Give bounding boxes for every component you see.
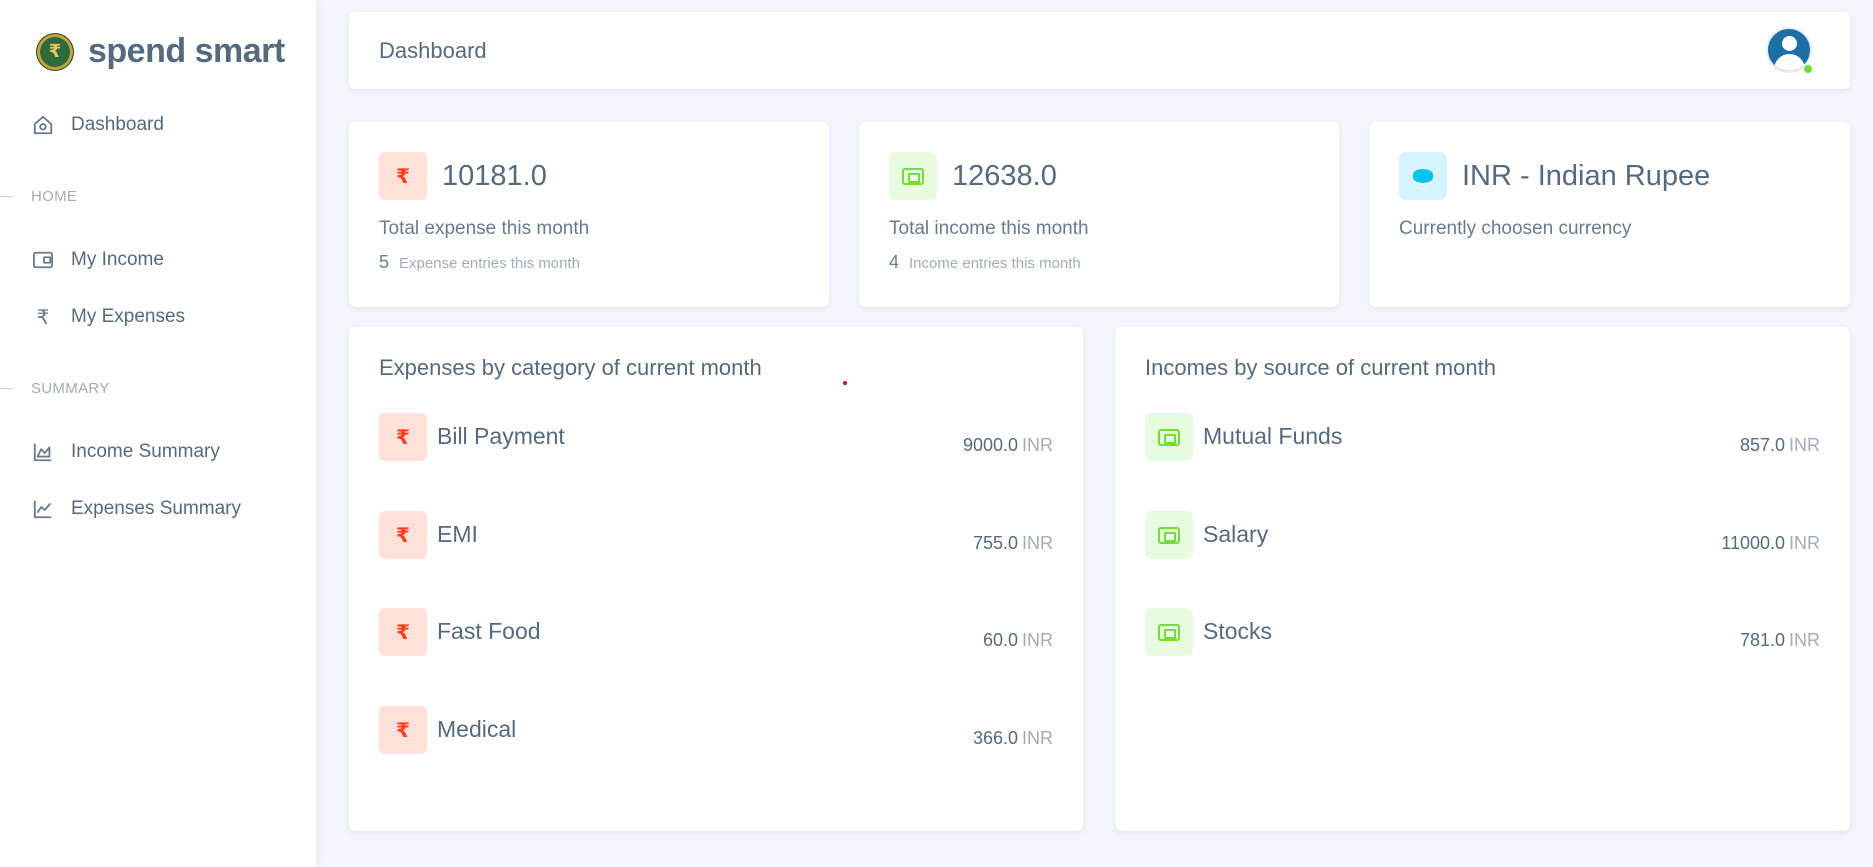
expenses-by-category-card: Expenses by category of current month ₹ …	[349, 327, 1083, 831]
currency-value: INR - Indian Rupee	[1462, 159, 1711, 192]
sidebar-item-label: My Expenses	[71, 306, 186, 327]
online-status-dot	[1802, 63, 1814, 75]
list-item: ₹ EMI 755.0 INR	[379, 511, 1053, 559]
source-name: Stocks	[1203, 618, 1273, 644]
sidebar: ₹ spend smart Dashboard HOME My Income ₹…	[0, 0, 316, 867]
sidebar-item-expenses-summary[interactable]: Expenses Summary	[30, 496, 241, 522]
coins-icon	[1399, 152, 1447, 200]
nav-header-label: HOME	[31, 188, 78, 205]
expense-entries-count: 5	[379, 252, 390, 272]
list-item: Mutual Funds 857.0 INR	[1145, 413, 1820, 461]
source-amount: 11000.0 INR	[1721, 533, 1820, 553]
sidebar-item-label: Expenses Summary	[71, 498, 242, 519]
total-income-label: Total income this month	[889, 218, 1089, 239]
income-entries-count: 4	[889, 252, 900, 272]
category-name: Bill Payment	[437, 423, 565, 449]
nav-header-home: HOME	[0, 188, 77, 205]
sidebar-item-label: Dashboard	[71, 114, 164, 135]
expense-entries: 5 Expense entries this month	[379, 252, 580, 273]
source-amount: 857.0 INR	[1739, 435, 1820, 455]
category-amount: 366.0 INR	[972, 728, 1053, 748]
list-item: Stocks 781.0 INR	[1145, 608, 1820, 656]
rupee-icon: ₹	[379, 608, 427, 656]
total-expense-value: 10181.0	[442, 159, 547, 192]
total-income-card: 12638.0 Total income this month 4 Income…	[859, 122, 1339, 307]
rupee-icon: ₹	[379, 511, 427, 559]
sidebar-item-my-income[interactable]: My Income	[30, 247, 164, 273]
category-name: Fast Food	[437, 618, 541, 644]
category-amount: 755.0 INR	[972, 533, 1053, 553]
wallet-icon	[1145, 413, 1193, 461]
total-expense-card: ₹ 10181.0 Total expense this month 5 Exp…	[349, 122, 829, 307]
list-item: Salary 11000.0 INR	[1145, 511, 1820, 559]
chart-area-icon	[30, 439, 56, 465]
wallet-icon	[1145, 608, 1193, 656]
rupee-logo-icon: ₹	[36, 32, 74, 71]
stat-header: 12638.0	[889, 152, 1057, 200]
expense-entries-label: Expense entries this month	[399, 255, 580, 272]
source-name: Mutual Funds	[1203, 423, 1343, 449]
sidebar-item-label: Income Summary	[71, 441, 220, 462]
avatar-body	[1774, 54, 1805, 71]
stat-header: ₹ 10181.0	[379, 152, 547, 200]
brand-name: spend smart	[88, 32, 285, 70]
page-title: Dashboard	[379, 38, 487, 63]
sidebar-item-income-summary[interactable]: Income Summary	[30, 439, 220, 465]
income-entries-label: Income entries this month	[909, 255, 1081, 272]
category-amount: 60.0 INR	[982, 630, 1053, 650]
wallet-icon	[30, 247, 56, 273]
source-amount: 781.0 INR	[1739, 630, 1820, 650]
nav-header-summary: SUMMARY	[0, 380, 110, 397]
category-amount: 9000.0 INR	[962, 435, 1053, 455]
stat-header: INR - Indian Rupee	[1399, 152, 1710, 200]
total-expense-label: Total expense this month	[379, 218, 590, 239]
home-icon	[30, 112, 56, 138]
expenses-by-category-title: Expenses by category of current month	[379, 355, 762, 380]
rupee-icon: ₹	[379, 706, 427, 754]
incomes-by-source-title: Incomes by source of current month	[1145, 355, 1496, 380]
list-item: ₹ Bill Payment 9000.0 INR	[379, 413, 1053, 461]
category-name: EMI	[437, 521, 478, 547]
wallet-icon	[1145, 511, 1193, 559]
avatar-head	[1782, 36, 1797, 51]
source-name: Salary	[1203, 521, 1269, 547]
rupee-icon: ₹	[379, 413, 427, 461]
sidebar-item-dashboard[interactable]: Dashboard	[30, 112, 164, 138]
sidebar-item-my-expenses[interactable]: ₹ My Expenses	[30, 304, 185, 330]
rupee-icon: ₹	[379, 152, 427, 200]
cursor-dot	[843, 381, 847, 385]
divider	[0, 388, 12, 389]
nav-header-label: SUMMARY	[31, 380, 110, 397]
chart-line-icon	[30, 496, 56, 522]
divider	[0, 196, 12, 197]
list-item: ₹ Medical 366.0 INR	[379, 706, 1053, 754]
category-name: Medical	[437, 716, 517, 742]
total-income-value: 12638.0	[952, 159, 1057, 192]
top-navbar: Dashboard	[349, 12, 1850, 89]
brand[interactable]: ₹ spend smart	[36, 32, 285, 71]
incomes-by-source-card: Incomes by source of current month Mutua…	[1115, 327, 1850, 831]
rupee-icon: ₹	[36, 306, 50, 329]
currency-card: INR - Indian Rupee Currently choosen cur…	[1369, 122, 1850, 307]
wallet-icon	[889, 152, 937, 200]
list-item: ₹ Fast Food 60.0 INR	[379, 608, 1053, 656]
sidebar-item-label: My Income	[71, 249, 164, 270]
income-entries: 4 Income entries this month	[889, 252, 1081, 273]
currency-label: Currently choosen currency	[1399, 218, 1632, 239]
